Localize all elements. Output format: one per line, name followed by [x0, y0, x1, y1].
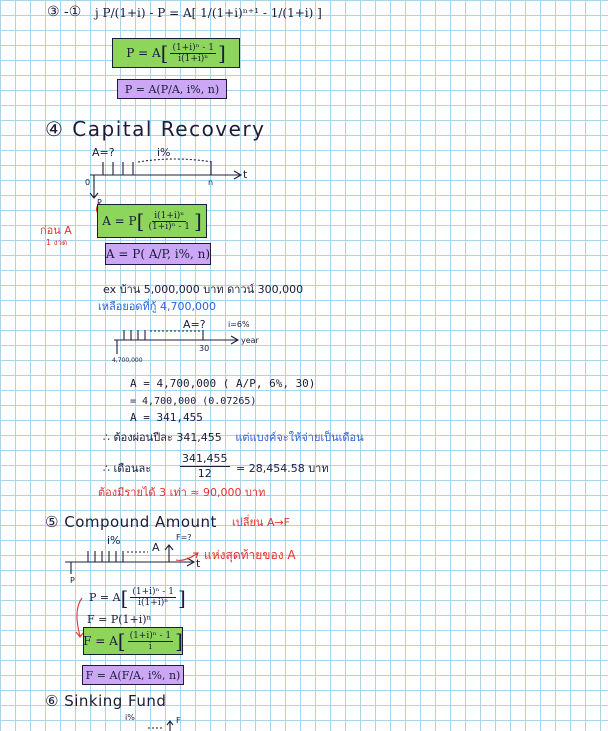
- sec6-cashflow-diagram: [148, 720, 174, 731]
- sec6-f-label: F: [176, 716, 181, 725]
